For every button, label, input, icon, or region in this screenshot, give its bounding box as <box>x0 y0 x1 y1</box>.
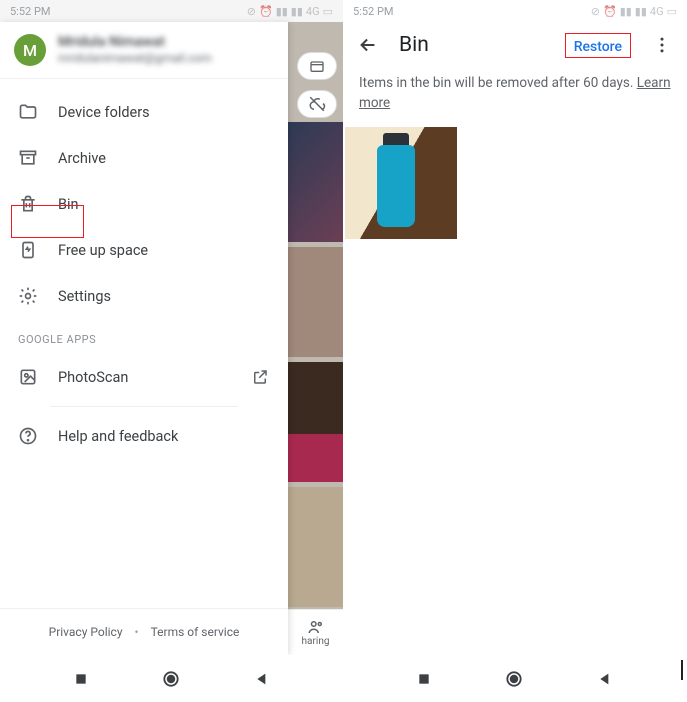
text-cursor <box>681 660 683 680</box>
external-link-icon <box>250 367 270 387</box>
nav-bin[interactable]: Bin <box>0 181 288 227</box>
bin-photo-thumb[interactable] <box>345 127 457 239</box>
photo-content <box>345 127 457 239</box>
recents-button[interactable] <box>70 668 92 690</box>
account-text: Mridula Nimawat mridulanimawat@gmail.com <box>58 34 212 65</box>
android-navbar-left <box>0 655 343 702</box>
nav-list: Device folders Archive Bin <box>0 79 288 608</box>
footer-terms-link[interactable]: Terms of service <box>151 625 240 639</box>
dnd-icon: ⊘ <box>247 5 256 18</box>
back-button[interactable] <box>355 32 381 58</box>
nav-photoscan-label: PhotoScan <box>58 369 128 386</box>
pill-button-cloud-off[interactable] <box>297 90 337 118</box>
nav-photoscan[interactable]: PhotoScan <box>0 354 288 400</box>
battery-icon: ▭ <box>667 5 677 18</box>
bg-thumb-2 <box>288 247 343 357</box>
pill-button-1[interactable] <box>297 52 337 80</box>
nav-device-folders[interactable]: Device folders <box>0 89 288 135</box>
nav-bar-row <box>0 655 687 702</box>
free-space-icon <box>18 240 38 260</box>
phone-right: 5:52 PM ⊘ ⏰ ▮▮ ▮▮ 4G ▭ Bin Restore I <box>343 0 687 655</box>
bottom-tab-sharing[interactable]: haring <box>288 609 343 655</box>
footer-privacy-link[interactable]: Privacy Policy <box>49 625 123 639</box>
divider <box>50 406 238 407</box>
back-nav-button[interactable] <box>251 668 273 690</box>
gear-icon <box>18 286 38 306</box>
nav-section-google-apps: Google Apps <box>0 319 288 354</box>
net-text: 4G <box>306 5 320 18</box>
recents-button[interactable] <box>413 668 435 690</box>
alarm-icon: ⏰ <box>603 5 617 18</box>
nav-device-folders-label: Device folders <box>58 104 150 121</box>
account-name: Mridula Nimawat <box>58 34 212 51</box>
footer-separator: • <box>135 625 139 639</box>
nav-help-feedback[interactable]: Help and feedback <box>0 413 288 459</box>
home-button[interactable] <box>503 668 525 690</box>
status-bar-right: 5:52 PM ⊘ ⏰ ▮▮ ▮▮ 4G ▭ <box>343 0 687 22</box>
folder-icon <box>18 102 38 122</box>
info-text-content: Items in the bin will be removed after 6… <box>359 75 637 91</box>
avatar: M <box>14 34 46 66</box>
account-row[interactable]: M Mridula Nimawat mridulanimawat@gmail.c… <box>0 22 288 79</box>
bin-grid <box>343 127 687 239</box>
help-icon <box>18 426 38 446</box>
status-icons-left: ⊘ ⏰ ▮▮ ▮▮ 4G ▭ <box>247 5 333 18</box>
android-navbar-right <box>343 655 686 702</box>
status-icons-right: ⊘ ⏰ ▮▮ ▮▮ 4G ▭ <box>591 5 677 18</box>
nav-bin-label: Bin <box>58 196 79 213</box>
back-nav-button[interactable] <box>594 668 616 690</box>
restore-button[interactable]: Restore <box>568 35 628 59</box>
avatar-initial: M <box>23 41 37 60</box>
alarm-icon: ⏰ <box>259 5 273 18</box>
home-button[interactable] <box>160 668 182 690</box>
archive-icon <box>18 148 38 168</box>
tab-sharing-label: haring <box>302 636 330 647</box>
nav-archive-label: Archive <box>58 150 106 167</box>
account-email: mridulanimawat@gmail.com <box>58 51 212 65</box>
bg-thumb-3 <box>288 362 343 482</box>
bg-thumb-1 <box>288 122 343 242</box>
overflow-menu-button[interactable] <box>649 32 675 58</box>
nav-archive[interactable]: Archive <box>0 135 288 181</box>
battery-icon: ▭ <box>323 5 333 18</box>
signal2-icon: ▮▮ <box>635 5 647 18</box>
app-bar: Bin Restore <box>343 22 687 68</box>
page-title: Bin <box>399 33 547 57</box>
phone-left: 5:52 PM ⊘ ⏰ ▮▮ ▮▮ 4G ▭ haring <box>0 0 343 655</box>
status-time-right: 5:52 PM <box>353 5 393 18</box>
nav-free-up-space[interactable]: Free up space <box>0 227 288 273</box>
signal-icon: ▮▮ <box>276 5 288 18</box>
dnd-icon: ⊘ <box>591 5 600 18</box>
nav-settings-label: Settings <box>58 288 111 305</box>
drawer-footer: Privacy Policy • Terms of service <box>0 608 288 655</box>
signal2-icon: ▮▮ <box>291 5 303 18</box>
highlight-restore-annotation: Restore <box>565 33 631 58</box>
net-text-right: 4G <box>650 5 664 18</box>
signal-icon: ▮▮ <box>620 5 632 18</box>
bg-thumb-4 <box>288 487 343 607</box>
nav-settings[interactable]: Settings <box>0 273 288 319</box>
photoscan-icon <box>18 367 38 387</box>
status-time: 5:52 PM <box>10 5 50 18</box>
nav-free-up-space-label: Free up space <box>58 242 148 259</box>
status-bar-left: 5:52 PM ⊘ ⏰ ▮▮ ▮▮ 4G ▭ <box>0 0 343 22</box>
bin-info-text: Items in the bin will be removed after 6… <box>343 68 687 127</box>
nav-help-label: Help and feedback <box>58 428 178 445</box>
navigation-drawer: M Mridula Nimawat mridulanimawat@gmail.c… <box>0 22 288 655</box>
trash-icon <box>18 194 38 214</box>
